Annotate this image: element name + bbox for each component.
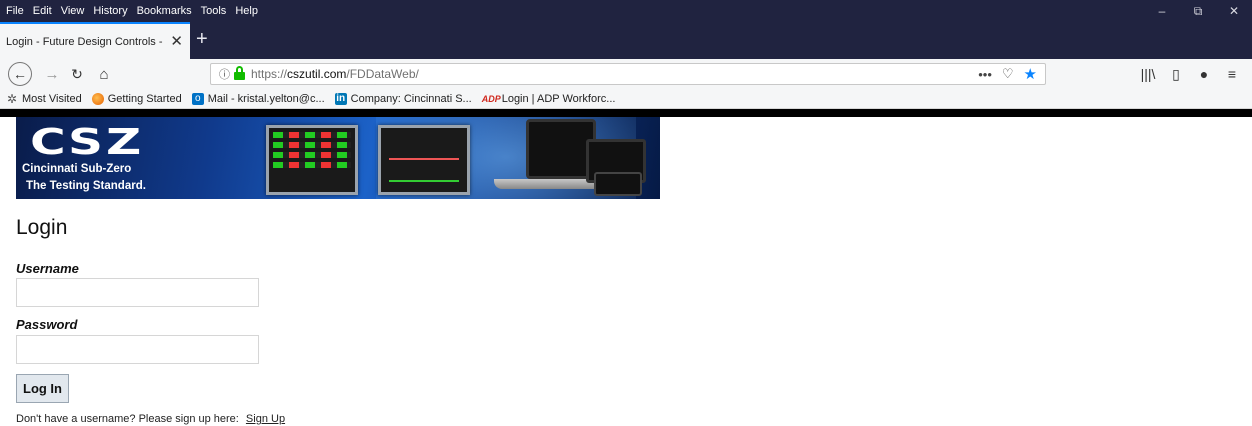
bookmark-most-visited[interactable]: ✲ Most Visited: [6, 93, 82, 105]
bookmark-label: Most Visited: [22, 92, 82, 105]
url-host: cszutil.com: [287, 67, 347, 81]
url-path: /FDDataWeb/: [346, 67, 419, 81]
menu-items: File Edit View History Bookmarks Tools H…: [0, 5, 267, 17]
password-label: Password: [16, 317, 78, 332]
page-actions-icon[interactable]: •••: [978, 67, 992, 82]
company-name: Cincinnati Sub-Zero: [22, 163, 132, 175]
page-top-strip: [0, 109, 1252, 117]
pocket-icon[interactable]: ♡: [1002, 66, 1014, 82]
tab-bar: Login - Future Design Controls - FD ✕ +: [0, 22, 1252, 59]
close-window-icon[interactable]: ✕: [1216, 0, 1252, 22]
bookmark-label: Mail - kristal.yelton@c...: [207, 92, 325, 105]
logo-letters: C S Z: [30, 123, 144, 163]
window-controls: – ⧉ ✕: [1144, 0, 1252, 22]
bookmark-company[interactable]: in Company: Cincinnati S...: [334, 92, 472, 105]
navigation-toolbar: ← → ↻ ⌂ ⓘ https:// cszutil.com /FDDataWe…: [0, 59, 1252, 89]
menu-bar: File Edit View History Bookmarks Tools H…: [0, 0, 1252, 22]
bookmark-getting-started[interactable]: Getting Started: [91, 92, 182, 105]
menu-tools[interactable]: Tools: [201, 5, 227, 17]
company-logo: C S Z Cincinnati Sub-Zero The Testing St…: [16, 117, 166, 199]
company-tagline: The Testing Standard.: [26, 180, 146, 192]
chart-screen-image: [378, 125, 470, 195]
signup-link[interactable]: Sign Up: [246, 413, 285, 425]
menu-file[interactable]: File: [6, 5, 24, 17]
password-input[interactable]: [16, 335, 259, 364]
logo-letter: Z: [106, 122, 141, 163]
linkedin-icon: in: [334, 92, 347, 105]
bookmarks-toolbar: ✲ Most Visited Getting Started o Mail - …: [0, 89, 1252, 109]
minimize-icon[interactable]: –: [1144, 0, 1180, 22]
bookmark-label: Login | ADP Workforc...: [501, 92, 616, 105]
restore-icon[interactable]: ⧉: [1180, 0, 1216, 22]
login-button[interactable]: Log In: [16, 374, 69, 403]
hamburger-menu-icon[interactable]: ≡: [1218, 62, 1246, 86]
phone-image: [594, 172, 642, 196]
header-banner: C S Z Cincinnati Sub-Zero The Testing St…: [16, 117, 660, 199]
tab-title: Login - Future Design Controls - FD: [6, 35, 166, 48]
home-icon[interactable]: ⌂: [92, 62, 116, 86]
sidebar-icon[interactable]: ▯: [1162, 62, 1190, 86]
menu-view[interactable]: View: [61, 5, 85, 17]
firefox-icon: [91, 92, 104, 105]
library-icon[interactable]: |||\: [1134, 62, 1162, 86]
bookmark-adp[interactable]: ADP Login | ADP Workforc...: [482, 93, 616, 105]
account-icon[interactable]: ●: [1190, 62, 1218, 86]
username-label: Username: [16, 261, 79, 276]
menu-help[interactable]: Help: [235, 5, 258, 17]
close-tab-icon[interactable]: ✕: [170, 34, 183, 49]
toolbar-icons: |||\ ▯ ● ≡: [1134, 62, 1246, 86]
gear-icon: ✲: [6, 91, 18, 106]
adp-icon: ADP: [481, 93, 501, 104]
back-icon[interactable]: ←: [8, 62, 32, 86]
outlook-icon: o: [191, 92, 204, 105]
signup-text: Don't have a username? Please sign up he…: [16, 413, 239, 425]
logo-letter: S: [68, 122, 103, 163]
info-icon[interactable]: ⓘ: [219, 66, 230, 82]
bookmark-label: Company: Cincinnati S...: [350, 92, 472, 105]
bookmark-label: Getting Started: [107, 92, 182, 105]
new-tab-icon[interactable]: +: [196, 22, 208, 59]
menu-edit[interactable]: Edit: [33, 5, 52, 17]
reload-icon[interactable]: ↻: [65, 62, 89, 86]
menu-bookmarks[interactable]: Bookmarks: [137, 5, 192, 17]
url-actions: ••• ♡ ★: [968, 64, 1037, 84]
forward-icon[interactable]: →: [40, 62, 64, 86]
bookmark-mail[interactable]: o Mail - kristal.yelton@c...: [191, 92, 325, 105]
menu-history[interactable]: History: [93, 5, 127, 17]
address-bar[interactable]: ⓘ https:// cszutil.com /FDDataWeb/ ••• ♡…: [210, 63, 1046, 85]
controller-screen-image: [266, 125, 358, 195]
tab-login[interactable]: Login - Future Design Controls - FD ✕: [0, 22, 190, 59]
username-input[interactable]: [16, 278, 259, 307]
page-title: Login: [16, 216, 68, 239]
url-scheme: https://: [251, 67, 288, 81]
signup-prompt: Don't have a username? Please sign up he…: [16, 413, 285, 425]
logo-letter: C: [30, 122, 66, 163]
lock-icon[interactable]: [234, 65, 245, 80]
bookmark-star-icon[interactable]: ★: [1024, 65, 1037, 83]
